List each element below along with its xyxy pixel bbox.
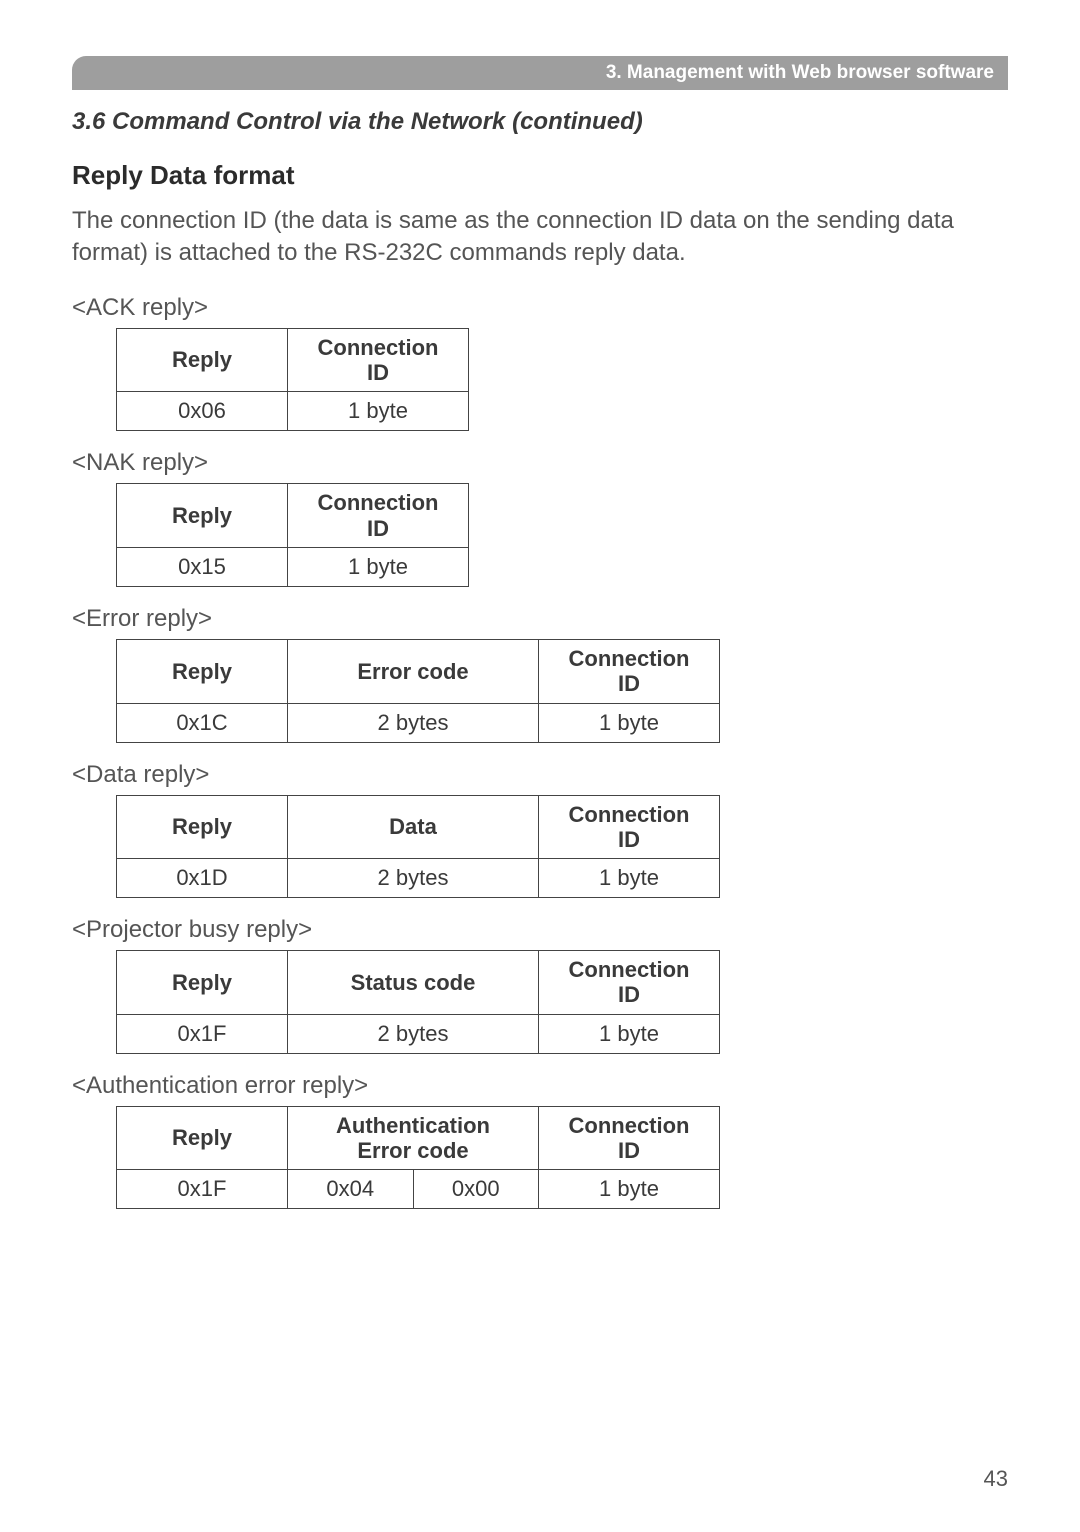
col-status-code: Status code <box>288 951 539 1015</box>
table-row: Reply Status code ConnectionID <box>117 951 720 1015</box>
col-connection-id: ConnectionID <box>288 328 469 392</box>
cell-connection-value: 1 byte <box>288 547 469 586</box>
auth-label: <Authentication error reply> <box>72 1072 1008 1100</box>
table-row: 0x1D 2 bytes 1 byte <box>117 859 720 898</box>
page-content: 3. Management with Web browser software … <box>0 0 1080 1267</box>
table-row: 0x06 1 byte <box>117 392 469 431</box>
cell-status-value: 2 bytes <box>288 1014 539 1053</box>
nak-label: <NAK reply> <box>72 449 1008 477</box>
table-row: 0x15 1 byte <box>117 547 469 586</box>
cell-reply-value: 0x15 <box>117 547 288 586</box>
busy-table: Reply Status code ConnectionID 0x1F 2 by… <box>116 950 720 1054</box>
table-row: Reply ConnectionID <box>117 328 469 392</box>
error-label: <Error reply> <box>72 605 1008 633</box>
ack-table: Reply ConnectionID 0x06 1 byte <box>116 328 469 432</box>
cell-error-code-value: 2 bytes <box>288 703 539 742</box>
cell-connection-value: 1 byte <box>539 703 720 742</box>
cell-connection-value: 1 byte <box>288 392 469 431</box>
data-table: Reply Data ConnectionID 0x1D 2 bytes 1 b… <box>116 795 720 899</box>
table-row: Reply Data ConnectionID <box>117 795 720 859</box>
col-connection-id: ConnectionID <box>539 639 720 703</box>
section-heading: Reply Data format <box>72 160 1008 191</box>
col-data: Data <box>288 795 539 859</box>
error-table: Reply Error code ConnectionID 0x1C 2 byt… <box>116 639 720 743</box>
intro-paragraph: The connection ID (the data is same as t… <box>72 205 1008 270</box>
chapter-banner: 3. Management with Web browser software <box>72 56 1008 90</box>
col-error-code: Error code <box>288 639 539 703</box>
col-reply: Reply <box>117 951 288 1015</box>
col-connection-id: ConnectionID <box>539 1106 720 1170</box>
nak-table: Reply ConnectionID 0x15 1 byte <box>116 483 469 587</box>
cell-connection-value: 1 byte <box>539 1014 720 1053</box>
cell-reply-value: 0x1F <box>117 1170 288 1209</box>
col-reply: Reply <box>117 795 288 859</box>
cell-data-value: 2 bytes <box>288 859 539 898</box>
busy-label: <Projector busy reply> <box>72 916 1008 944</box>
cell-reply-value: 0x1F <box>117 1014 288 1053</box>
col-reply: Reply <box>117 1106 288 1170</box>
table-row: 0x1F 0x04 0x00 1 byte <box>117 1170 720 1209</box>
cell-connection-value: 1 byte <box>539 859 720 898</box>
page-number: 43 <box>984 1466 1008 1492</box>
cell-reply-value: 0x1D <box>117 859 288 898</box>
col-connection-id: ConnectionID <box>539 951 720 1015</box>
table-row: Reply AuthenticationError code Connectio… <box>117 1106 720 1170</box>
table-row: Reply ConnectionID <box>117 484 469 548</box>
cell-connection-value: 1 byte <box>539 1170 720 1209</box>
col-reply: Reply <box>117 484 288 548</box>
col-connection-id: ConnectionID <box>288 484 469 548</box>
col-auth-error-code: AuthenticationError code <box>288 1106 539 1170</box>
cell-reply-value: 0x1C <box>117 703 288 742</box>
auth-table: Reply AuthenticationError code Connectio… <box>116 1106 720 1210</box>
table-row: 0x1C 2 bytes 1 byte <box>117 703 720 742</box>
data-label: <Data reply> <box>72 761 1008 789</box>
section-subtitle: 3.6 Command Control via the Network (con… <box>72 108 1008 136</box>
table-row: 0x1F 2 bytes 1 byte <box>117 1014 720 1053</box>
col-connection-id: ConnectionID <box>539 795 720 859</box>
ack-label: <ACK reply> <box>72 294 1008 322</box>
col-reply: Reply <box>117 639 288 703</box>
table-row: Reply Error code ConnectionID <box>117 639 720 703</box>
cell-reply-value: 0x06 <box>117 392 288 431</box>
cell-auth-code-value-1: 0x04 <box>288 1170 414 1209</box>
col-reply: Reply <box>117 328 288 392</box>
cell-auth-code-value-2: 0x00 <box>413 1170 539 1209</box>
